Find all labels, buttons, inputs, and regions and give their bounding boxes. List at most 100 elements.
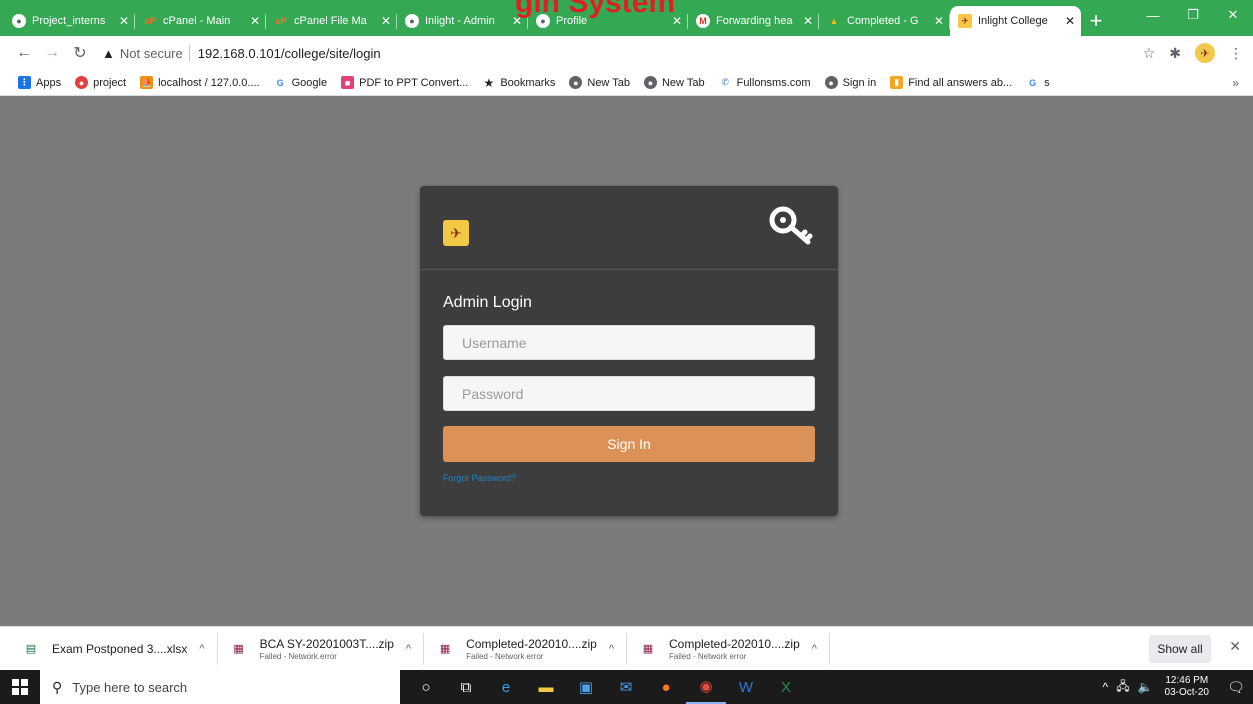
inlight-logo-icon: ✈ [958,14,972,28]
windows-start-icon[interactable] [0,670,40,704]
bookmark-apps[interactable]: ⋮ Apps [18,76,61,89]
tab-7[interactable]: ✈ Inlight College ✕ [950,6,1081,36]
tab-title: Inlight - Admin [425,15,495,27]
store-icon[interactable]: ▣ [566,670,606,704]
window-controls: — ❐ ✕ [1133,0,1253,30]
cortana-icon[interactable]: ○ [406,670,446,704]
profile-avatar-icon[interactable]: ✈ [1195,43,1215,63]
cpanel-icon: cP [144,16,156,26]
pdf-converter-icon: ■ [341,76,355,89]
tab-3[interactable]: ● Inlight - Admin ✕ [397,6,528,36]
back-arrow-icon[interactable]: ← [10,44,38,62]
bookmark-sign-in[interactable]: ● Sign in [824,76,876,89]
chevron-up-icon[interactable]: ^ [199,643,204,655]
fullonsms-icon: ✆ [718,76,732,89]
taskbar-search-box[interactable]: ⚲ Type here to search [40,670,400,704]
winrar-icon: ▦ [439,643,451,655]
file-explorer-icon[interactable]: ▬ [526,670,566,704]
edge-browser-icon[interactable]: e [486,670,526,704]
volume-icon[interactable]: 🔈 [1138,680,1153,694]
chevron-up-icon[interactable]: ^ [609,643,614,655]
bookmark-project[interactable]: ● project [75,76,126,89]
chevron-up-icon[interactable]: ^ [406,643,411,655]
winrar-icon: ▦ [233,643,244,655]
excel-icon[interactable]: X [766,670,806,704]
login-card: ✈ Admin Login Sign In Forgot Password? [420,186,838,516]
download-item[interactable]: ▦ Completed-202010....zip Failed - Networ… [424,632,627,665]
tab-0[interactable]: ● Project_interns ✕ [4,6,135,36]
tab-5[interactable]: M Forwarding hea ✕ [688,6,819,36]
forgot-password-link[interactable]: Forgot Password? [443,473,516,483]
winrar-icon: ▦ [642,643,654,655]
sign-in-button[interactable]: Sign In [443,426,815,462]
close-icon[interactable]: ✕ [1065,14,1075,28]
tab-6[interactable]: ▲ Completed - G ✕ [819,6,950,36]
google-icon: G [273,76,287,89]
close-icon[interactable]: ✕ [381,14,391,28]
bookmark-bookmarks[interactable]: ★ Bookmarks [482,76,555,90]
task-view-icon[interactable]: ⧉ [446,670,486,704]
close-icon[interactable]: ✕ [250,14,260,28]
college-logo-icon: ✈ [443,220,469,246]
close-icon[interactable]: ✕ [119,14,129,28]
network-icon[interactable]: 🖧 [1116,677,1129,698]
bookmarks-bar: ⋮ Apps ● project ⛵ localhost / 127.0.0.... … [0,70,1253,96]
close-icon[interactable]: ✕ [1229,638,1241,655]
firefox-icon[interactable]: ● [646,670,686,704]
folder-icon: ▮ [890,76,904,89]
notification-center-icon[interactable]: 🗨 [1219,670,1253,704]
clock-date: 03-Oct-20 [1164,687,1209,698]
close-icon[interactable]: ✕ [934,14,944,28]
cpanel-icon: cP [275,16,287,26]
bookmark-fullonsms[interactable]: ✆ Fullonsms.com [718,76,811,89]
new-tab-button[interactable]: + [1081,6,1111,36]
bookmark-find-answers[interactable]: ▮ Find all answers ab... [890,76,1012,89]
download-item[interactable]: ▦ Completed-202010....zip Failed - Networ… [627,632,830,665]
system-tray: ^ 🖧 🔈 12:46 PM 03-Oct-20 🗨 [1103,670,1253,704]
chrome-icon[interactable]: ◉ [686,670,726,704]
show-all-button[interactable]: Show all [1149,635,1211,663]
globe-icon: ● [824,76,838,89]
page-heading-overlay: gin System [515,0,676,19]
globe-icon: ● [405,14,419,28]
bookmark-new-tab-1[interactable]: ● New Tab [569,76,630,89]
bookmark-s[interactable]: Gs [1026,76,1050,89]
download-file-name: BCA SY-20201003T....zip [259,636,394,651]
download-file-name: Exam Postponed 3....xlsx [52,641,188,656]
download-item[interactable]: ▤ Exam Postponed 3....xlsx ^ [10,632,218,665]
globe-icon: ● [569,76,583,89]
mail-icon[interactable]: ✉ [606,670,646,704]
password-input[interactable] [443,376,815,411]
reload-icon[interactable]: ↻ [66,43,94,63]
forward-arrow-icon[interactable]: → [38,44,66,62]
url-text: 192.168.0.101/college/site/login [197,45,381,61]
chevron-up-icon[interactable]: ^ [812,643,817,655]
tab-1[interactable]: cP cPanel - Main ✕ [135,6,266,36]
download-status: Failed - Network error [669,651,747,661]
bookmark-pdf-to-ppt[interactable]: ■ PDF to PPT Convert... [341,76,468,89]
restore-icon[interactable]: ❐ [1173,0,1213,30]
tab-2[interactable]: cP cPanel File Ma ✕ [266,6,397,36]
download-status: Failed - Network error [466,651,544,661]
bookmark-star-icon[interactable]: ☆ [1143,45,1156,62]
chevron-up-icon[interactable]: ^ [1103,680,1109,694]
security-label: Not secure [119,45,183,61]
tab-title: Forwarding hea [716,15,793,27]
bookmark-new-tab-2[interactable]: ● New Tab [643,76,705,89]
clock[interactable]: 12:46 PM 03-Oct-20 [1165,675,1209,699]
word-icon[interactable]: W [726,670,766,704]
close-window-icon[interactable]: ✕ [1213,0,1253,30]
bookmark-google[interactable]: G Google [273,76,327,89]
address-bar[interactable]: ▲ Not secure 192.168.0.101/college/site/… [102,40,1143,66]
tab-title: Inlight College [978,15,1048,27]
extensions-puzzle-icon[interactable]: ✱ [1169,45,1181,62]
more-bookmarks-chevron-icon[interactable]: » [1232,76,1239,90]
minimize-icon[interactable]: — [1133,0,1173,30]
login-title: Admin Login [443,294,532,311]
download-file-name: Completed-202010....zip [466,636,597,651]
download-item[interactable]: ▦ BCA SY-20201003T....zip Failed - Networ… [218,632,425,665]
bookmark-localhost[interactable]: ⛵ localhost / 127.0.0.... [140,76,260,89]
menu-kebab-icon[interactable]: ⋮ [1229,45,1243,62]
close-icon[interactable]: ✕ [803,14,813,28]
username-input[interactable] [443,325,815,360]
